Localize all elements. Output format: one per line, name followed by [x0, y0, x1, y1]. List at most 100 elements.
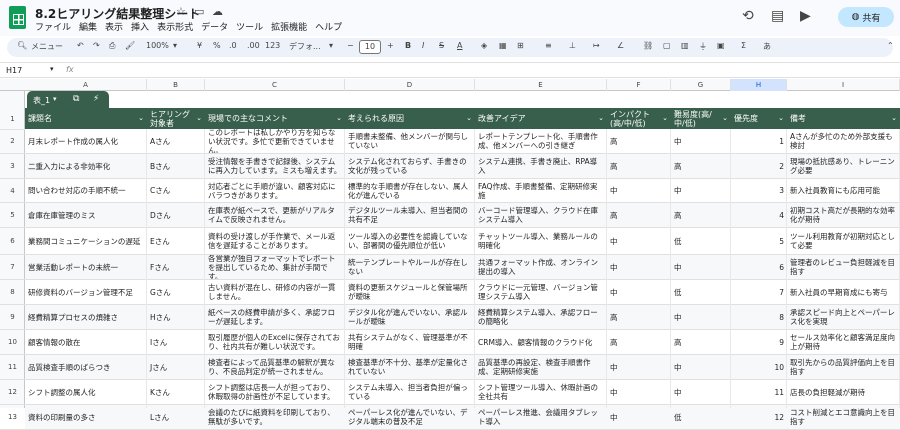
- table-cell[interactable]: 月末レポート作成の属人化: [25, 129, 147, 154]
- table-cell[interactable]: システム未導入、担当者負担が偏っている: [345, 380, 475, 405]
- table-cell[interactable]: 資料の印刷量の多さ: [25, 405, 147, 430]
- column-header-a[interactable]: A: [25, 79, 147, 91]
- table-cell[interactable]: 問い合わせ対応の手順不統一: [25, 179, 147, 203]
- table-cell[interactable]: Hさん: [147, 305, 205, 330]
- table-cell[interactable]: 標準的な手順書が存在しない、属人化が進んでいる: [345, 179, 475, 203]
- column-header-e[interactable]: E: [475, 79, 607, 91]
- merge-cells-icon[interactable]: ⊞: [517, 41, 524, 50]
- redo-icon[interactable]: ↷: [93, 41, 100, 50]
- table-cell[interactable]: 経費精算システム導入、承認フローの簡略化: [475, 305, 607, 330]
- table-cell[interactable]: 高: [607, 330, 671, 355]
- table-cell[interactable]: 4: [731, 203, 787, 228]
- table-cell[interactable]: Bさん: [147, 154, 205, 179]
- percent-button[interactable]: %: [213, 41, 221, 50]
- table-cell[interactable]: 受注情報を手書きで記録後、システムに再入力しています。ミスも増えます。: [205, 154, 345, 179]
- row-header[interactable]: 7: [0, 255, 25, 280]
- share-button[interactable]: ◍ 共有: [838, 7, 894, 27]
- row-header[interactable]: 1: [0, 109, 25, 130]
- table-cell[interactable]: 高: [607, 305, 671, 330]
- table-cell[interactable]: 初期コスト高だが長期的な効率化が期待: [787, 203, 900, 228]
- table-cell[interactable]: 共通フォーマット作成、オンライン提出の導入: [475, 255, 607, 280]
- column-header-d[interactable]: D: [345, 79, 475, 91]
- column-header-f[interactable]: F: [607, 79, 671, 91]
- increase-decimal-button[interactable]: .00: [247, 41, 260, 50]
- meet-icon[interactable]: ▶: [800, 8, 811, 24]
- table-cell[interactable]: 現場の抵抗感あり、トレーニング必要: [787, 154, 900, 179]
- table-header-cell[interactable]: 考えられる原因 ⌄: [345, 108, 475, 129]
- table-cell[interactable]: 中: [671, 380, 731, 405]
- table-cell[interactable]: 古い資料が混在し、研修の内容が一貫しません。: [205, 280, 345, 305]
- table-cell[interactable]: 中: [607, 228, 671, 255]
- table-cell[interactable]: 6: [731, 255, 787, 280]
- menu-edit[interactable]: 編集: [79, 20, 97, 33]
- table-cell[interactable]: 取引履歴が個人のExcelに保存されており、社内共有が難しい状況です。: [205, 330, 345, 355]
- row-header[interactable]: 9: [0, 305, 25, 330]
- sheets-logo-icon[interactable]: [9, 6, 26, 29]
- table-cell[interactable]: 各営業が独自フォーマットでレポートを提出しているため、集計が手間です。: [205, 255, 345, 280]
- table-cell[interactable]: 共有システムがなく、管理基準が不明確: [345, 330, 475, 355]
- table-cell[interactable]: クラウドに一元管理、バージョン管理システム導入: [475, 280, 607, 305]
- italic-button[interactable]: I: [422, 41, 424, 50]
- row-header[interactable]: 2: [0, 129, 25, 154]
- table-cell[interactable]: コスト削減とエコ意識向上を目指す: [787, 405, 900, 430]
- table-cell[interactable]: Aさん: [147, 129, 205, 154]
- table-cell[interactable]: Aさんが多忙のため外部支援も検討: [787, 129, 900, 154]
- table-cell[interactable]: 顧客情報の散在: [25, 330, 147, 355]
- table-cell[interactable]: 在庫表が紙ベースで、更新がリアルタイムで反映されません。: [205, 203, 345, 228]
- table-cell[interactable]: 承認スピード向上とペーパーレス化を実現: [787, 305, 900, 330]
- table-cell[interactable]: 中: [671, 179, 731, 203]
- column-menu-chevron-icon[interactable]: ⌄: [722, 114, 728, 123]
- table-cell[interactable]: Iさん: [147, 330, 205, 355]
- table-cell[interactable]: 手順書未整備、他メンバーが関与していない: [345, 129, 475, 154]
- history-icon[interactable]: ⟲: [742, 8, 754, 24]
- column-menu-chevron-icon[interactable]: ⌄: [891, 114, 897, 123]
- table-cell[interactable]: 管理者のレビュー負担軽減を目指す: [787, 255, 900, 280]
- font-chevron-icon[interactable]: ▾: [329, 41, 333, 50]
- text-wrap-icon[interactable]: ↦: [593, 41, 600, 50]
- currency-button[interactable]: ¥: [197, 41, 202, 50]
- table-cell[interactable]: 中: [607, 405, 671, 430]
- table-cell[interactable]: Cさん: [147, 179, 205, 203]
- row-header[interactable]: 6: [0, 228, 25, 255]
- table-cell[interactable]: Jさん: [147, 355, 205, 380]
- table-cell[interactable]: ペーパーレス推進、会議用タブレット導入: [475, 405, 607, 430]
- table-cell[interactable]: レポートテンプレート化、手順書作成、他メンバーへの引き継ぎ: [475, 129, 607, 154]
- menu-extensions[interactable]: 拡張機能: [271, 20, 307, 33]
- table-cell[interactable]: Eさん: [147, 228, 205, 255]
- table-cell[interactable]: 経費精算プロセスの煩雑さ: [25, 305, 147, 330]
- table-cell[interactable]: 検査者によって品質基準の解釈が異なり、不良品判定が統一されません。: [205, 355, 345, 380]
- table-cell[interactable]: システム連携、手書き廃止、RPA導入: [475, 154, 607, 179]
- table-cell[interactable]: シフト管理ツール導入、休暇計画の全社共有: [475, 380, 607, 405]
- row-header[interactable]: 10: [0, 330, 25, 355]
- table-cell[interactable]: 対応者ごとに手順が違い、顧客対応にバラつきがあります。: [205, 179, 345, 203]
- table-header-cell[interactable]: インパクト(高/中/低) ⌄: [607, 108, 671, 129]
- column-menu-chevron-icon[interactable]: ⌄: [336, 114, 342, 123]
- table-cell[interactable]: Fさん: [147, 255, 205, 280]
- collapse-toolbar-icon[interactable]: ⌃: [887, 41, 894, 50]
- table-cell[interactable]: デジタルツール未導入、担当者間の共有不足: [345, 203, 475, 228]
- menu-format[interactable]: 表示形式: [157, 20, 193, 33]
- zoom-chevron-icon[interactable]: ▾: [173, 41, 177, 50]
- table-cell[interactable]: 中: [607, 355, 671, 380]
- table-cell[interactable]: 営業活動レポートの未統一: [25, 255, 147, 280]
- table-header-cell[interactable]: 優先度 ⌄: [731, 108, 787, 129]
- functions-icon[interactable]: Σ: [741, 41, 746, 50]
- column-menu-chevron-icon[interactable]: ⌄: [662, 114, 668, 123]
- table-cell[interactable]: セールス効率化と顧客満足度向上が期待: [787, 330, 900, 355]
- fill-color-icon[interactable]: ◈: [481, 41, 487, 50]
- comment-insert-icon[interactable]: ▢: [663, 41, 671, 50]
- table-cell[interactable]: 高: [607, 154, 671, 179]
- name-box[interactable]: H17: [6, 66, 22, 75]
- input-tools-icon[interactable]: あ: [763, 41, 771, 52]
- row-header[interactable]: 12: [0, 380, 25, 405]
- column-header-i[interactable]: I: [787, 79, 900, 91]
- table-cell[interactable]: 新入社員教育にも応用可能: [787, 179, 900, 203]
- menu-tools[interactable]: ツール: [236, 20, 263, 33]
- table-cell[interactable]: 中: [671, 255, 731, 280]
- table-cell[interactable]: 研修資料のバージョン管理不足: [25, 280, 147, 305]
- table-cell[interactable]: 取引先からの品質評価向上を目指す: [787, 355, 900, 380]
- table-header-cell[interactable]: 備考 ⌄: [787, 108, 900, 129]
- link-icon[interactable]: ⛓: [643, 41, 653, 50]
- table-cell[interactable]: 高: [671, 154, 731, 179]
- row-header[interactable]: 5: [0, 203, 25, 228]
